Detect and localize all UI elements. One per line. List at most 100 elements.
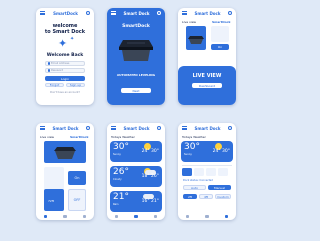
next-button[interactable]: Next bbox=[121, 88, 151, 93]
weather-condition: Cloudy bbox=[113, 178, 122, 181]
home-icon[interactable] bbox=[185, 214, 190, 219]
gauge-left-fill bbox=[44, 189, 64, 211]
leveling-status: AUTOMATED LEVELING bbox=[116, 73, 156, 77]
logo-text: SmartDock bbox=[122, 24, 150, 29]
settings-icon[interactable] bbox=[153, 214, 158, 219]
sparkle-icon: ✦ bbox=[58, 37, 68, 50]
weather-icon[interactable] bbox=[205, 214, 209, 219]
weather-condition: Rain bbox=[113, 203, 119, 206]
home-icon[interactable] bbox=[114, 214, 119, 219]
on-toggle[interactable]: On bbox=[211, 44, 229, 50]
password-placeholder: Password bbox=[51, 69, 64, 72]
weather-condition: Sunny bbox=[184, 153, 192, 156]
header-title: Smart Dock bbox=[52, 125, 79, 131]
weather-section-title: Todays Weather bbox=[182, 135, 206, 139]
height-chip[interactable]: 4ft bbox=[199, 194, 213, 199]
bottom-nav bbox=[178, 213, 236, 220]
height-chip[interactable]: Custom bbox=[215, 194, 231, 199]
menu-icon[interactable] bbox=[182, 11, 187, 15]
forgot-button[interactable]: Forgot bbox=[45, 83, 64, 87]
liveview-label: Live view bbox=[182, 20, 196, 24]
leveling-screen: Smart Dock SmartDock AUTOMATED LEVELING … bbox=[107, 8, 165, 105]
email-field[interactable]: Email Address bbox=[45, 61, 85, 66]
weather-card[interactable]: 30° Sunny 24° 30° bbox=[181, 141, 233, 162]
gauge-left-value: 72ft bbox=[48, 199, 54, 203]
notification-icon[interactable] bbox=[157, 126, 161, 130]
notification-icon[interactable] bbox=[157, 11, 161, 15]
weather-icon[interactable] bbox=[134, 214, 138, 219]
email-placeholder: Email Address bbox=[51, 62, 70, 65]
notification-icon[interactable] bbox=[85, 11, 90, 15]
header-title: Smart Dock bbox=[194, 10, 221, 16]
settings-icon[interactable] bbox=[82, 214, 87, 219]
weather-temp: 30° bbox=[184, 142, 200, 152]
liveview-screen: Smart Dock Live view SmartDock On LIVE V… bbox=[178, 8, 236, 105]
menu-icon[interactable] bbox=[40, 126, 45, 130]
header-title: Smart Dock bbox=[123, 10, 150, 16]
weather-header: Smart Dock bbox=[107, 123, 165, 133]
signup-prompt: Don't have an account? bbox=[50, 91, 80, 94]
notification-icon[interactable] bbox=[86, 126, 90, 130]
off-toggle[interactable]: OFF bbox=[68, 189, 86, 211]
chart-icon[interactable] bbox=[63, 214, 67, 219]
weather-range: 16° 21° bbox=[141, 199, 159, 204]
menu-icon[interactable] bbox=[111, 126, 116, 130]
auto-mode-button[interactable]: Auto bbox=[183, 185, 206, 190]
liveview-banner-title: LIVE VIEW bbox=[192, 73, 222, 79]
weather-range: 24° 30° bbox=[212, 149, 230, 154]
lock-icon bbox=[47, 69, 50, 72]
notification-icon[interactable] bbox=[228, 11, 232, 15]
weather-card[interactable]: 21° Rain 16° 21° bbox=[110, 191, 162, 212]
dashboard-button[interactable]: Dashboard bbox=[192, 83, 222, 88]
weather-screen: Smart Dock Todays Weather 30° Sunny 24° … bbox=[107, 123, 165, 220]
bottom-nav bbox=[107, 213, 165, 220]
login-screen: SmartDock welcome to Smart Dock ✦ ✦ Welc… bbox=[36, 8, 94, 105]
manual-mode-button[interactable]: Manual bbox=[208, 185, 231, 190]
header-title: Smart Dock bbox=[123, 125, 150, 131]
on-toggle[interactable]: On bbox=[68, 171, 86, 185]
login-button[interactable]: Login bbox=[45, 76, 85, 81]
controls-header: Smart Dock bbox=[178, 123, 236, 133]
control-tile[interactable] bbox=[194, 168, 204, 176]
menu-icon[interactable] bbox=[111, 11, 116, 15]
weather-range: 18° 26° bbox=[141, 174, 159, 179]
menu-icon[interactable] bbox=[40, 11, 45, 15]
settings-icon[interactable] bbox=[224, 214, 229, 219]
weather-card[interactable]: 30° Sunny 24° 30° bbox=[110, 141, 162, 162]
dock-camera-icon bbox=[54, 147, 76, 159]
login-header: SmartDock bbox=[36, 8, 94, 18]
signup-button[interactable]: Sign up bbox=[66, 83, 85, 87]
notification-icon[interactable] bbox=[228, 126, 232, 130]
liveview-logo: SmartDock bbox=[212, 20, 231, 24]
controls-screen: Smart Dock Todays Weather 30° Sunny 24° … bbox=[178, 123, 236, 220]
weather-card[interactable]: 26° Cloudy 18° 26° bbox=[110, 166, 162, 187]
dashboard-screen: Smart Dock Live view SmartDock 72ft On O… bbox=[36, 123, 94, 220]
logo-text: SmartDock bbox=[53, 10, 78, 16]
control-tile[interactable] bbox=[206, 168, 216, 176]
divider bbox=[182, 165, 232, 166]
weather-condition: Sunny bbox=[113, 153, 121, 156]
height-chip[interactable]: 2ft bbox=[183, 194, 197, 199]
dashboard-logo: SmartDock bbox=[70, 135, 89, 139]
header-title: Smart Dock bbox=[194, 125, 221, 131]
user-icon bbox=[47, 62, 50, 65]
dock-status: Dock status: Connected bbox=[183, 179, 213, 182]
password-field[interactable]: Password bbox=[45, 68, 85, 73]
dock-camera-icon bbox=[188, 36, 204, 44]
control-tile[interactable] bbox=[218, 168, 228, 176]
welcome-subtitle: to Smart Dock bbox=[44, 29, 86, 35]
sparkle-small-icon: ✦ bbox=[70, 36, 75, 42]
welcome-back-title: Welcome Back bbox=[46, 53, 84, 58]
control-tile[interactable] bbox=[182, 168, 192, 176]
weather-temp: 21° bbox=[113, 192, 129, 202]
status-panel bbox=[211, 26, 229, 42]
dock-illustration bbox=[119, 40, 153, 61]
weather-section-title: Todays Weather bbox=[111, 135, 135, 139]
home-icon[interactable] bbox=[43, 214, 48, 219]
dashboard-header: Smart Dock bbox=[36, 123, 94, 133]
weather-range: 24° 30° bbox=[141, 149, 159, 154]
liveview-label: Live view bbox=[40, 135, 54, 139]
weather-temp: 26° bbox=[113, 167, 129, 177]
bottom-nav bbox=[36, 213, 94, 220]
menu-icon[interactable] bbox=[182, 126, 187, 130]
